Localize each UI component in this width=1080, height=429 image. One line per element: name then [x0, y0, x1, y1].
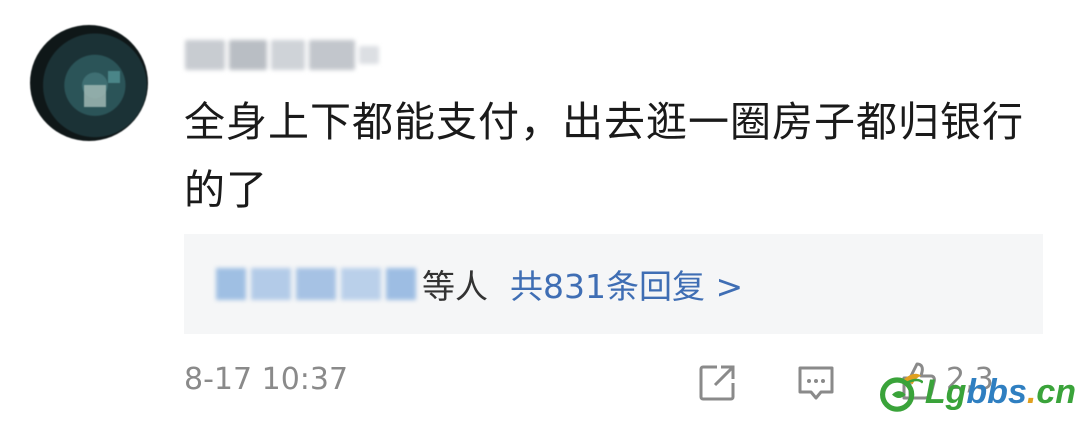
username-blurred[interactable]: [185, 32, 380, 78]
like-count: 2,3: [946, 362, 994, 397]
avatar-pixel: [84, 85, 106, 107]
avatar[interactable]: [30, 25, 148, 141]
avatar-pixel-2: [108, 71, 120, 83]
reply-usernames-blurred[interactable]: [216, 264, 416, 304]
comment-icon[interactable]: [796, 363, 836, 403]
like-icon[interactable]: [898, 360, 938, 402]
comment-text: 全身上下都能支付，出去逛一圈房子都归银行的了: [184, 98, 1024, 214]
comment-timestamp: 8-17 10:37: [184, 362, 349, 397]
view-replies-link[interactable]: 共831条回复 >: [510, 260, 743, 308]
share-icon[interactable]: [697, 363, 737, 403]
replies-preview[interactable]: 等人 共831条回复 >: [184, 234, 1043, 334]
reply-suffix: 等人: [422, 267, 488, 306]
